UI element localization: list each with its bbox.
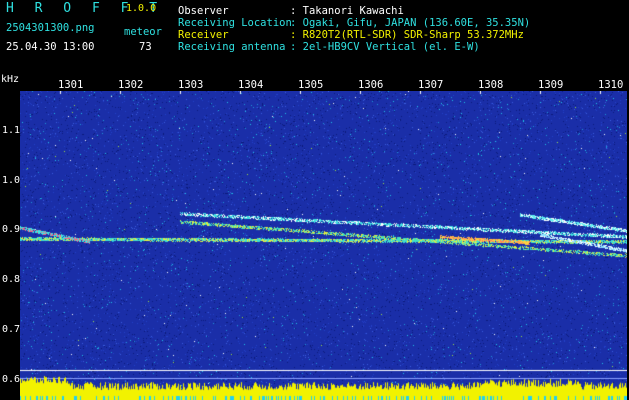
y-tick-label: 1.0 [2,175,21,186]
meteor-count: 73 [139,41,152,53]
info-value-observer: : Takanori Kawachi [290,5,404,17]
x-tick-label: 1309 [538,79,564,91]
header-panel: H R O F F T 1.0.0 2504301300.png meteor … [0,0,629,78]
x-tick-label: 1302 [118,79,144,91]
info-value-antenna: : 2el-HB9CV Vertical (el. E-W) [290,41,480,53]
file-name: 2504301300.png [6,22,95,34]
y-tick-label: 0.8 [2,274,21,285]
info-label-location: Receiving Location [178,17,292,29]
info-label-antenna: Receiving antenna [178,41,286,53]
info-label-receiver: Receiver [178,29,229,41]
spectrogram-canvas [20,91,627,400]
x-tick-label: 1308 [478,79,504,91]
x-tick-label: 1301 [58,79,84,91]
info-label-observer: Observer [178,5,229,17]
y-tick-label: 1.1 [2,125,21,136]
x-tick-label: 1310 [598,79,624,91]
info-value-location: : Ogaki, Gifu, JAPAN (136.60E, 35.35N) [290,17,531,29]
y-axis-unit: kHz [1,74,20,85]
x-tick-label: 1305 [298,79,324,91]
file-datetime: 25.04.30 13:00 [6,41,95,53]
x-tick-label: 1303 [178,79,204,91]
y-tick-label: 0.6 [2,374,21,385]
x-tick-label: 1306 [358,79,384,91]
info-value-receiver: : R820T2(RTL-SDR) SDR-Sharp 53.372MHz [290,29,524,41]
y-tick-label: 0.9 [2,224,21,235]
x-tick-label: 1307 [418,79,444,91]
meteor-label: meteor [124,26,162,38]
x-tick-label: 1304 [238,79,264,91]
y-tick-label: 0.7 [2,324,21,335]
app-version: 1.0.0 [126,3,157,14]
